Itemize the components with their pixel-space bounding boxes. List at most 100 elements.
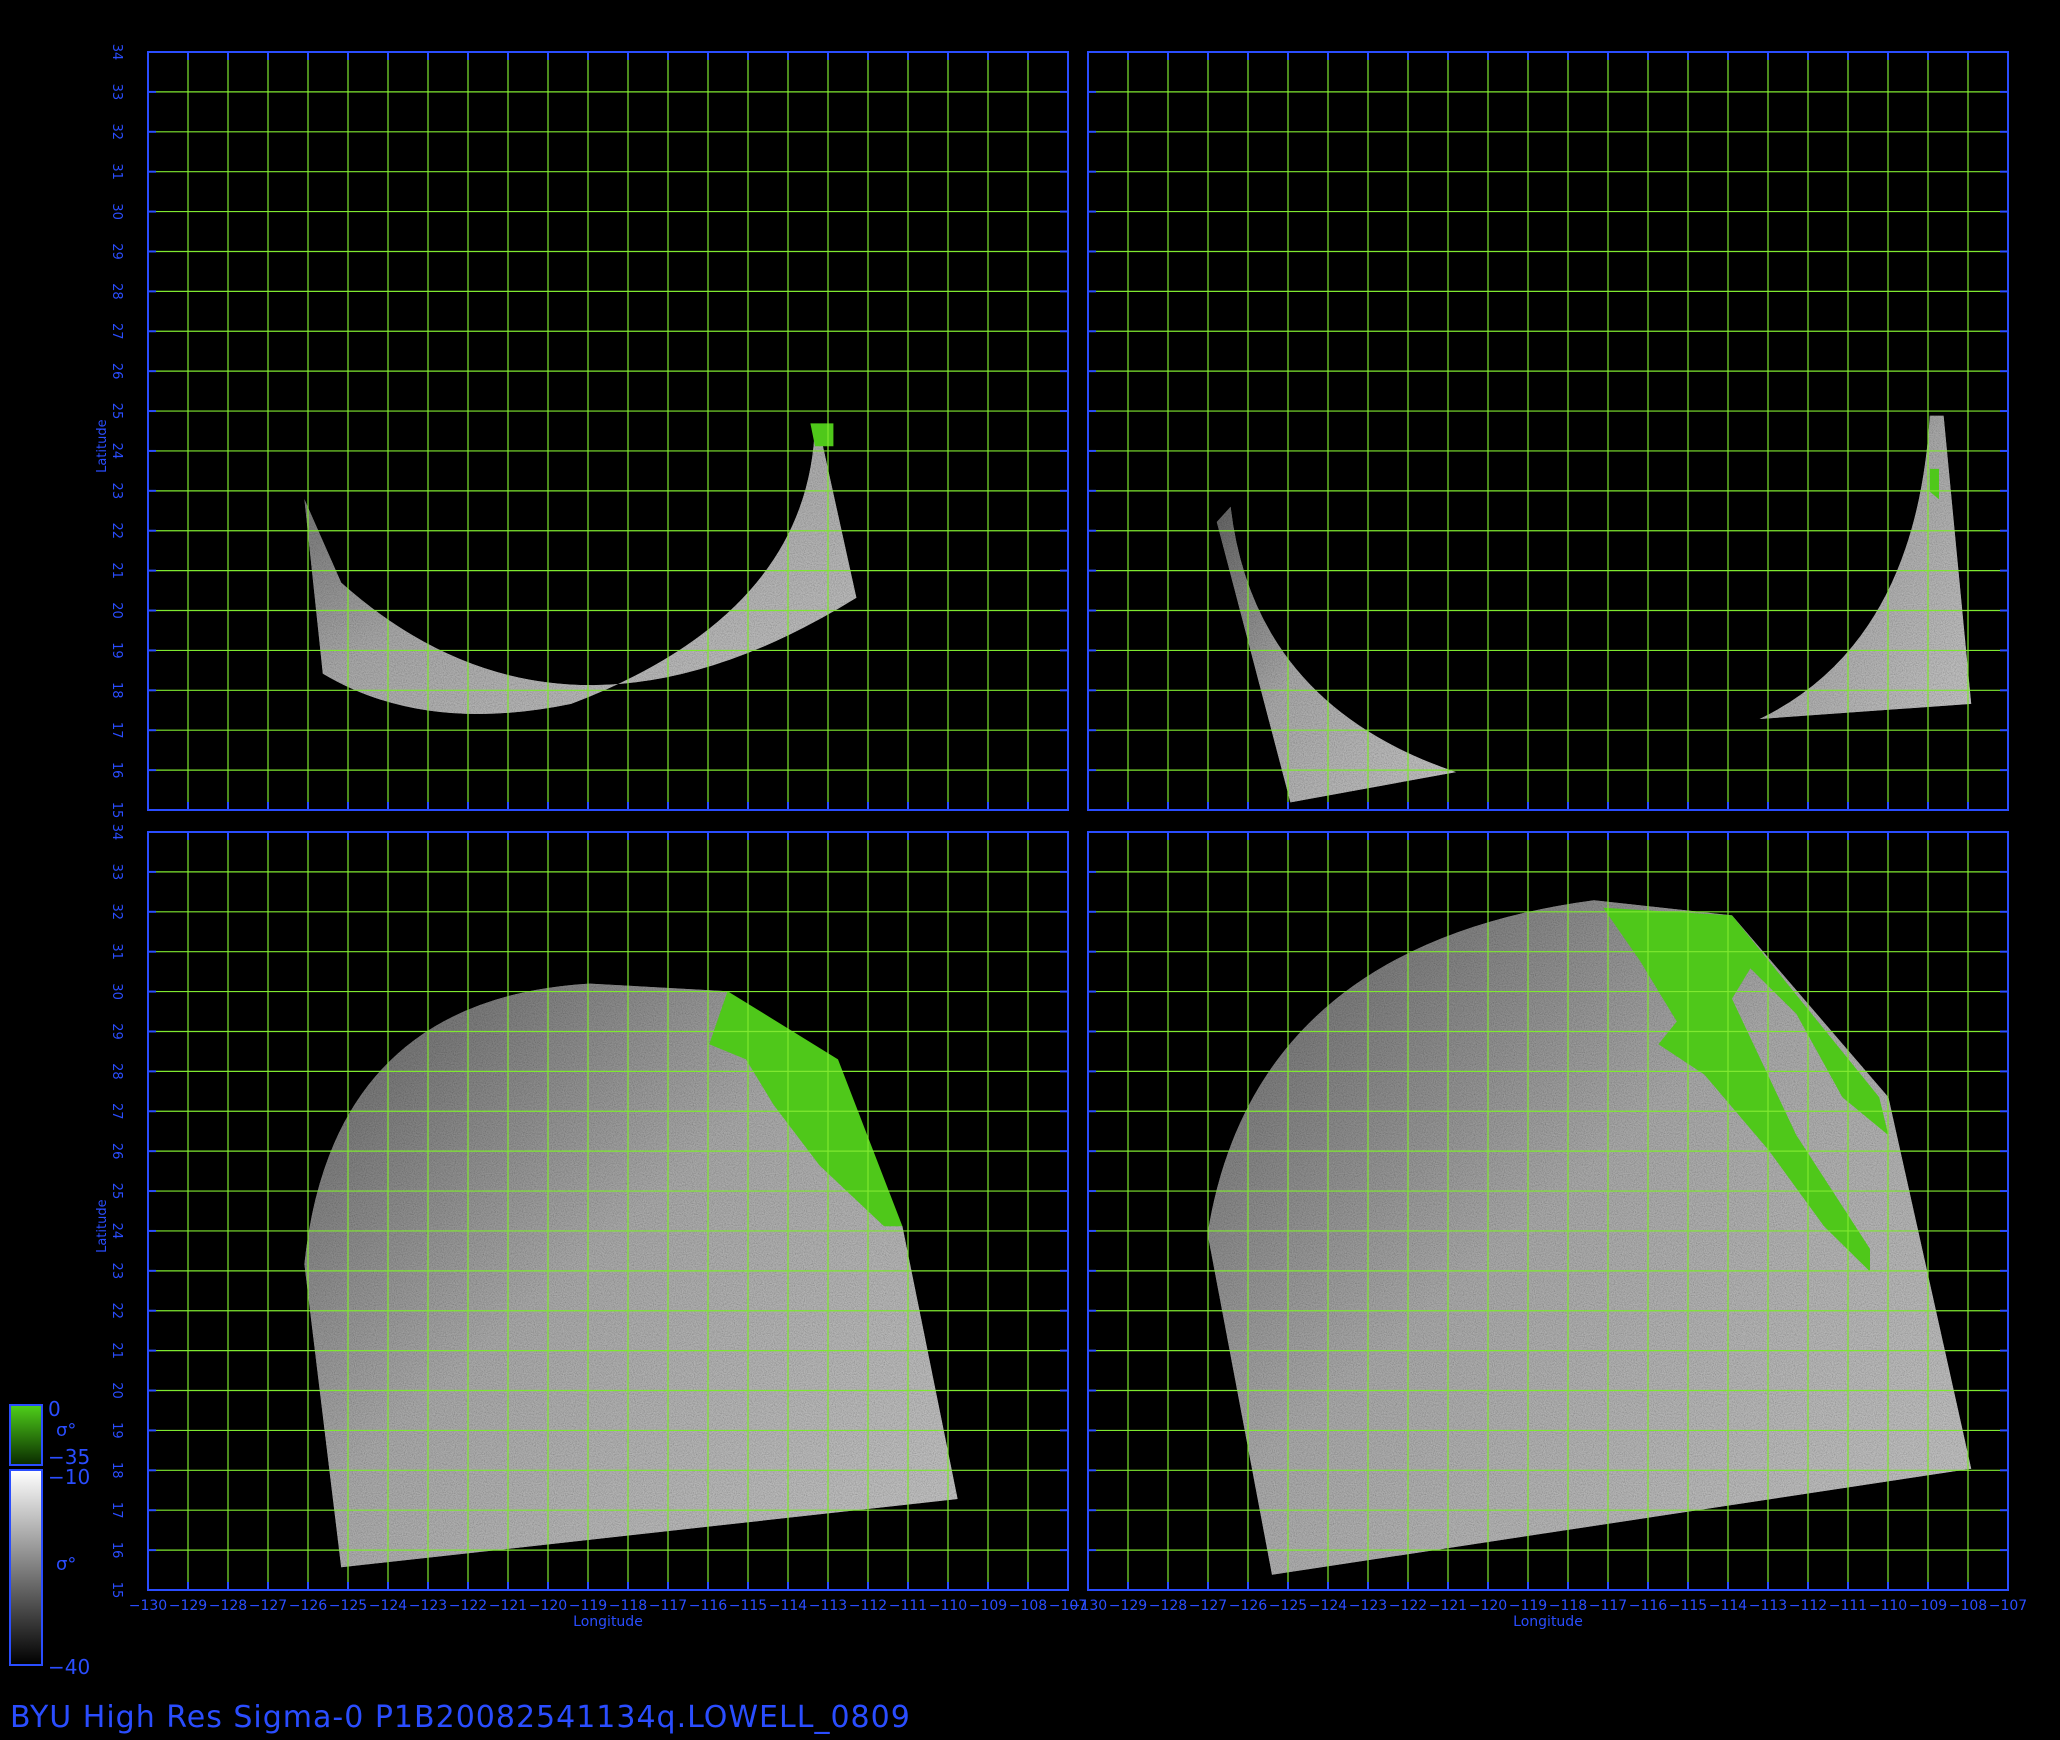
colorbar-ocean-bottom: −40 [48,1655,90,1679]
colorbar-ocean: −10 σ° −40 [9,1465,90,1679]
lat-tick-label: 27 [109,1103,124,1120]
swath-top-left [304,423,857,714]
lat-tick-label: 25 [109,1183,124,1200]
lon-tick-label: −108 [1949,1598,1987,1614]
lat-tick-label: 31 [109,163,124,180]
lat-tick-label: 26 [109,363,124,380]
map-panel-bottom-right: −130 −129 −128 −127 −126 −125 −124 −123 −122 −121… [1069,831,2027,1630]
lon-tick-label: −115 [729,1598,767,1614]
lat-tick-label: 22 [109,1302,124,1319]
lat-tick-label: 17 [109,722,124,739]
lat-tick-label: 29 [109,243,124,260]
lon-tick-label: −120 [1469,1598,1507,1614]
lon-tick-label: −119 [1509,1598,1547,1614]
lon-tick-label: −127 [249,1598,287,1614]
lon-tick-label: −108 [1009,1598,1047,1614]
lon-tick-label: −127 [1189,1598,1227,1614]
lon-tick-label: −130 [129,1598,167,1614]
lon-tick-label: −120 [529,1598,567,1614]
lat-tick-label: 28 [109,1063,124,1080]
lon-tick-label: −124 [1309,1598,1348,1614]
lon-tick-label: −128 [1149,1598,1187,1614]
lon-tick-label: −122 [449,1598,487,1614]
lat-tick-label: 17 [109,1502,124,1519]
lat-tick-label: 19 [109,1422,124,1439]
lat-tick-label: 19 [109,642,124,659]
lat-tick-label: 32 [109,124,124,141]
panel-frame [147,51,1069,811]
land-top-left [810,423,834,447]
lat-tick-label: 21 [109,1342,124,1359]
lat-tick-label: 24 [109,1223,124,1240]
map-panel-bottom-left: 15 16 17 18 19 20 21 22 23 24 25 26 27 28 29 30 31 32 33 34… [95,824,1087,1630]
lon-tick-label: −111 [1829,1598,1867,1614]
lat-tick-label: 34 [109,824,124,841]
lat-tick-label: 25 [109,403,124,420]
lon-tick-label: −117 [1589,1598,1627,1614]
colorbar-ocean-symbol: σ° [56,1554,76,1575]
lat-tick-label: 22 [109,522,124,539]
lon-tick-label: −114 [769,1598,808,1614]
lon-tick-label: −114 [1709,1598,1748,1614]
latitude-axis-label: Latitude [95,1199,110,1253]
lon-tick-label: −109 [969,1598,1007,1614]
lon-tick-label: −125 [329,1598,367,1614]
lon-tick-label: −113 [1749,1598,1787,1614]
colorbar-ocean-top: −10 [48,1465,90,1489]
lon-tick-label: −125 [1269,1598,1307,1614]
lat-tick-label: 24 [109,443,124,460]
lon-tick-label: −118 [609,1598,647,1614]
lat-tick-label: 30 [109,203,124,220]
swath-top-right [1216,506,1456,803]
lon-tick-label: −119 [569,1598,607,1614]
lat-tick-label: 26 [109,1143,124,1160]
lat-tick-label: 16 [109,1542,124,1559]
map-panel-top-left: 15 16 17 18 19 20 21 22 23 24 25 26 27 28 29 30 31 32 33 34… [95,44,1069,819]
lon-tick-label: −123 [1349,1598,1387,1614]
lat-tick-label: 33 [109,84,124,101]
lat-tick-label: 20 [109,602,124,619]
product-title: BYU High Res Sigma-0 P1B20082541134q.LOW… [10,1700,911,1735]
lon-tick-label: −115 [1669,1598,1707,1614]
swath-top-right [1759,415,1972,719]
lon-tick-label: −109 [1909,1598,1947,1614]
lon-tick-label: −121 [489,1598,527,1614]
lon-tick-label: −122 [1389,1598,1427,1614]
lon-tick-label: −117 [649,1598,687,1614]
lat-tick-label: 31 [109,943,124,960]
lon-tick-label: −116 [689,1598,728,1614]
lon-tick-label: −129 [1109,1598,1147,1614]
lon-tick-label: −111 [889,1598,927,1614]
lon-tick-label: −128 [209,1598,247,1614]
lat-tick-label: 20 [109,1382,124,1399]
lon-tick-label: −112 [1789,1598,1827,1614]
longitude-axis-label: Longitude [573,1614,643,1630]
lon-tick-label: −116 [1629,1598,1668,1614]
longitude-axis-label: Longitude [1513,1614,1583,1630]
lat-tick-label: 18 [109,1462,124,1479]
lon-tick-label: −110 [1869,1598,1907,1614]
lon-tick-label: −121 [1429,1598,1467,1614]
lon-tick-label: −107 [1989,1598,2027,1614]
lat-tick-label: 23 [109,483,124,500]
latitude-axis-label: Latitude [95,419,110,473]
lat-tick-label: 29 [109,1023,124,1040]
colorbar-land: 0 σ° −35 [9,1397,90,1469]
lat-tick-label: 23 [109,1263,124,1280]
lat-tick-label: 15 [109,1582,124,1599]
lon-tick-label: −112 [849,1598,887,1614]
lon-tick-label: −126 [1229,1598,1268,1614]
lat-tick-label: 16 [109,762,124,779]
lat-tick-label: 34 [109,44,124,61]
map-panel-top-right [1087,51,2009,811]
lat-tick-label: 15 [109,802,124,819]
lat-tick-label: 32 [109,904,124,921]
lon-tick-label: −123 [409,1598,447,1614]
lon-tick-label: −126 [289,1598,328,1614]
lon-tick-label: −110 [929,1598,967,1614]
colorbar-land-symbol: σ° [56,1420,76,1441]
lat-tick-label: 30 [109,983,124,1000]
lat-tick-label: 18 [109,682,124,699]
lon-tick-label: −113 [809,1598,847,1614]
lat-tick-label: 21 [109,562,124,579]
